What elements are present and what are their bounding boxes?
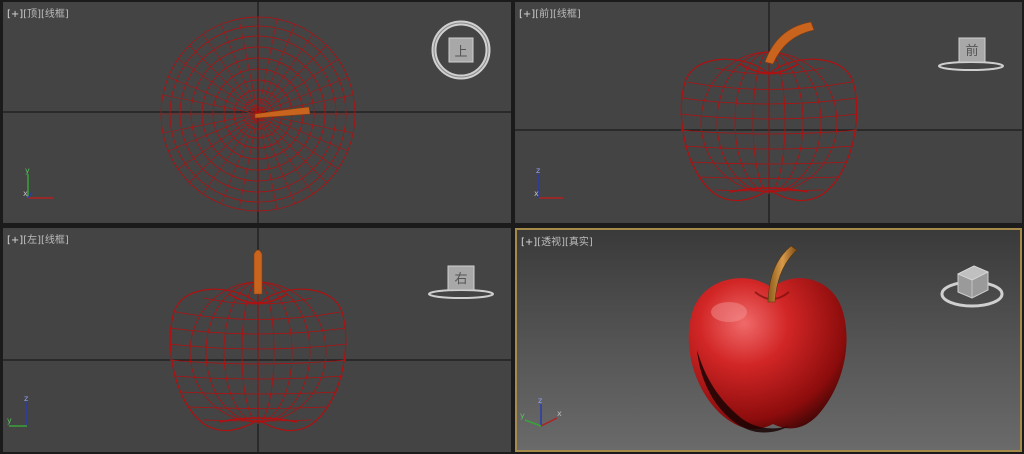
- axis-y-label: y: [25, 166, 30, 175]
- viewport-perspective-canvas: z x y: [520, 245, 1004, 433]
- axis-z-label: z: [538, 396, 542, 405]
- axis-z-label: z: [24, 394, 28, 403]
- viewport-shading-mode[interactable]: [线框]: [41, 9, 69, 20]
- viewport-menu-plus[interactable]: [+]: [521, 237, 537, 248]
- viewport-label-top[interactable]: [+][顶][线框]: [7, 5, 69, 20]
- viewport-front-canvas: 前 z x: [515, 2, 1022, 223]
- view-cube-top[interactable]: 上: [431, 20, 491, 80]
- viewport-label-front[interactable]: [+][前][线框]: [519, 5, 581, 20]
- axis-y-label: y: [520, 411, 525, 420]
- viewport-label-left[interactable]: [+][左][线框]: [7, 231, 69, 246]
- axis-tripod-front: z x: [534, 166, 563, 199]
- viewport-front[interactable]: [+][前][线框] 前 z x: [515, 2, 1022, 223]
- viewport-shading-mode[interactable]: [线框]: [553, 9, 581, 20]
- view-cube-face-label: 右: [454, 272, 467, 287]
- viewport-view-name[interactable]: [左]: [23, 235, 41, 246]
- axis-x-label: x: [557, 409, 562, 418]
- viewport-perspective[interactable]: [+][透视][真实] z x y: [515, 228, 1022, 452]
- axis-x-label: x: [534, 189, 539, 198]
- apple-stem-left[interactable]: [253, 249, 263, 295]
- axis-z-label: z: [536, 166, 540, 175]
- view-cube-left[interactable]: 右: [428, 265, 494, 299]
- view-cube-face-label: 前: [965, 43, 978, 59]
- axis-tripod-top: y x: [23, 166, 53, 199]
- viewport-left[interactable]: [+][左][线框] 右 z y: [3, 228, 511, 452]
- viewport-shading-mode[interactable]: [线框]: [41, 235, 69, 246]
- view-cube-face-label: 上: [454, 45, 467, 60]
- apple-wireframe-front[interactable]: [679, 51, 859, 202]
- apple-wireframe-left[interactable]: [168, 281, 348, 432]
- axis-x-label: x: [23, 189, 28, 198]
- viewport-menu-plus[interactable]: [+]: [7, 9, 23, 20]
- viewport-menu-plus[interactable]: [+]: [519, 9, 535, 20]
- axis-tripod-left: z y: [7, 394, 28, 427]
- viewport-top-canvas: 上 y x: [3, 2, 511, 223]
- viewport-label-perspective[interactable]: [+][透视][真实]: [521, 233, 593, 248]
- axis-y-label: y: [7, 416, 12, 425]
- viewport-shading-mode[interactable]: [真实]: [565, 237, 593, 248]
- axis-tripod-perspective: z x y: [520, 396, 562, 427]
- viewport-view-name[interactable]: [透视]: [537, 237, 565, 248]
- viewport-menu-plus[interactable]: [+]: [7, 235, 23, 246]
- viewport-left-canvas: 右 z y: [3, 228, 511, 452]
- apple-shaded-perspective[interactable]: [688, 278, 847, 433]
- viewport-top[interactable]: [+][顶][线框] 上 y x: [3, 2, 511, 223]
- view-cube-front[interactable]: 前: [938, 37, 1004, 71]
- view-cube-perspective[interactable]: [940, 265, 1004, 308]
- viewport-view-name[interactable]: [前]: [535, 9, 553, 20]
- viewport-view-name[interactable]: [顶]: [23, 9, 41, 20]
